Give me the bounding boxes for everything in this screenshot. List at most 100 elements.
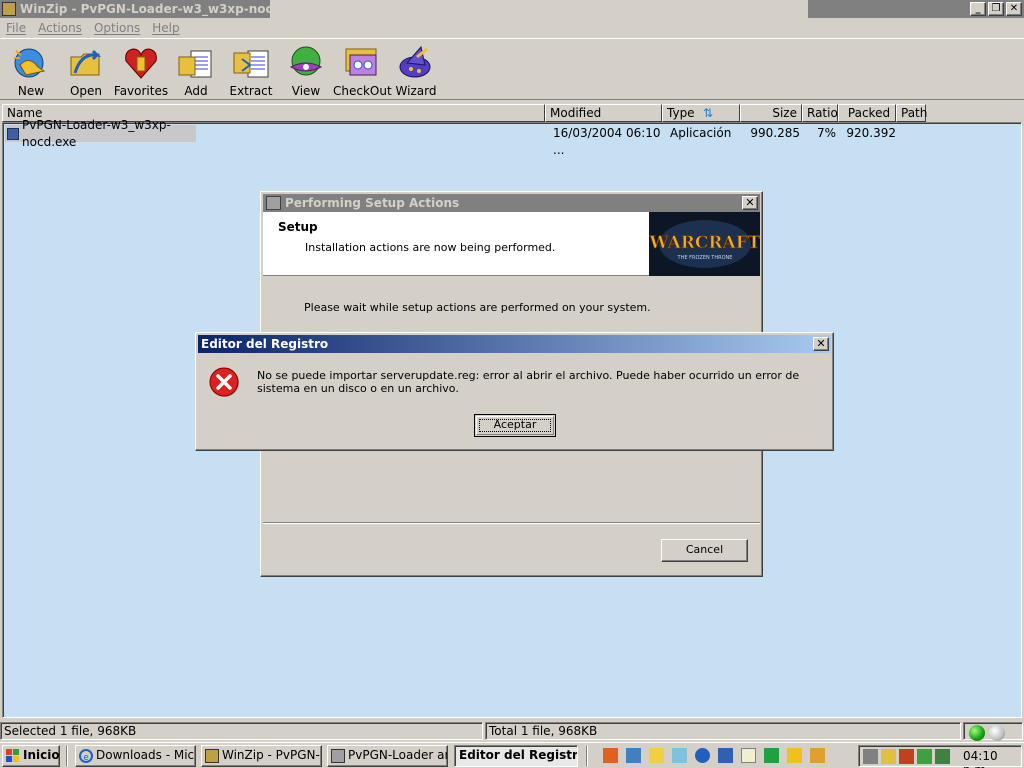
task-editor-registro[interactable]: Editor del Registro	[454, 745, 578, 767]
quicklaunch-icon-8[interactable]	[764, 748, 779, 763]
tray-icon-2[interactable]	[881, 749, 896, 764]
table-row[interactable]: PvPGN-Loader-w3_w3xp-nocd.exe 16/03/2004…	[5, 118, 896, 157]
error-title-bar[interactable]: Editor del Registro ✕	[198, 335, 831, 353]
extract-button[interactable]: Extract	[223, 43, 279, 99]
title-bar-gap	[270, 0, 808, 18]
add-files-icon	[177, 45, 215, 81]
setup-subheading: Installation actions are now being perfo…	[305, 241, 556, 254]
tray-icon-3[interactable]	[899, 749, 914, 764]
aceptar-label: Aceptar	[493, 418, 537, 431]
menu-file[interactable]: File	[0, 19, 32, 37]
setup-heading: Setup	[278, 220, 318, 234]
add-label: Add	[184, 84, 208, 98]
error-close-icon[interactable]: ✕	[813, 337, 829, 351]
column-size[interactable]: Size	[740, 104, 802, 122]
task-winzip-label: WinZip - PvPGN-L...	[222, 748, 321, 762]
menu-options[interactable]: Options	[88, 19, 146, 37]
wizard-button[interactable]: Wizard	[388, 43, 444, 99]
error-title: Editor del Registro	[201, 337, 329, 351]
favorites-label: Favorites	[113, 84, 169, 98]
quicklaunch-ie-icon[interactable]	[695, 748, 710, 763]
task-downloads[interactable]: e Downloads - Micro...	[75, 745, 196, 767]
add-button[interactable]: Add	[168, 43, 224, 99]
menu-help[interactable]: Help	[146, 19, 185, 37]
cancel-button[interactable]: Cancel	[661, 539, 748, 562]
taskbar: Inicio e Downloads - Micro... WinZip - P…	[0, 742, 1024, 768]
clock[interactable]: 04:10 p.m.	[963, 749, 1021, 768]
quicklaunch-icon-3[interactable]	[649, 748, 664, 763]
menu-actions[interactable]: Actions	[32, 19, 88, 37]
warcraft-logo: WARCRAFT THE FROZEN THRONE	[648, 212, 761, 276]
winzip-task-icon	[205, 749, 219, 763]
column-path[interactable]: Path	[896, 104, 927, 122]
quicklaunch-icon-10[interactable]	[810, 748, 825, 763]
column-modified[interactable]: Modified	[545, 104, 662, 122]
checkout-icon	[342, 45, 380, 81]
taskbar-separator	[66, 746, 68, 766]
setup-body-text: Please wait while setup actions are perf…	[304, 301, 651, 314]
view-label: View	[291, 84, 321, 98]
open-label: Open	[69, 84, 103, 98]
status-bar: Selected 1 file, 968KB Total 1 file, 968…	[0, 721, 1024, 741]
file-ratio: 7%	[816, 126, 836, 140]
file-packed: 920.392	[846, 126, 896, 140]
toolbar: New Open Favorites Add Extract View Chec…	[0, 38, 1024, 100]
windows-logo-icon	[6, 749, 20, 763]
aceptar-button[interactable]: Aceptar	[474, 414, 556, 437]
file-name-cell[interactable]: PvPGN-Loader-w3_w3xp-nocd.exe	[5, 118, 196, 149]
checkout-button[interactable]: CheckOut	[333, 43, 392, 99]
winzip-title-bar[interactable]: WinZip - PvPGN-Loader-w3_w3xp-nocd.zip _…	[0, 0, 1024, 18]
favorites-button[interactable]: Favorites	[113, 43, 169, 99]
svg-text:e: e	[83, 753, 89, 763]
setup-title-bar[interactable]: Performing Setup Actions ✕	[263, 194, 760, 212]
task-downloads-label: Downloads - Micro...	[96, 748, 195, 762]
status-indicator-panel	[963, 722, 1023, 741]
start-button[interactable]: Inicio	[2, 745, 60, 767]
task-pvpgn-label: PvPGN-Loader an...	[348, 748, 447, 762]
column-ratio[interactable]: Ratio	[802, 104, 838, 122]
tray-icon-4[interactable]	[917, 749, 932, 764]
new-button[interactable]: New	[3, 43, 59, 99]
extract-files-icon	[232, 45, 270, 81]
setup-title: Performing Setup Actions	[285, 196, 460, 210]
quicklaunch-icon-7[interactable]	[741, 748, 756, 763]
quicklaunch-icon-6[interactable]	[718, 748, 733, 763]
new-label: New	[17, 84, 45, 98]
quicklaunch-icon-2[interactable]	[626, 748, 641, 763]
task-editor-label: Editor del Registro	[459, 748, 578, 762]
error-dialog: Editor del Registro ✕ No se puede import…	[195, 332, 834, 451]
quicklaunch-icon-1[interactable]	[603, 748, 618, 763]
menu-bar: File Actions Options Help	[0, 19, 186, 37]
speaker-icon[interactable]	[863, 749, 878, 764]
logo-subtitle: THE FROZEN THRONE	[677, 255, 733, 261]
green-light-icon	[969, 725, 985, 741]
view-eye-icon	[287, 45, 325, 81]
winzip-app-icon[interactable]	[2, 2, 16, 16]
task-pvpgn[interactable]: PvPGN-Loader an...	[327, 745, 448, 767]
setup-task-icon	[331, 749, 345, 763]
setup-banner: Setup Installation actions are now being…	[263, 212, 761, 276]
close-icon[interactable]: ✕	[1006, 2, 1022, 16]
extract-label: Extract	[229, 84, 273, 98]
quicklaunch-icon-9[interactable]	[787, 748, 802, 763]
setup-divider	[263, 522, 760, 524]
file-type: Aplicación	[670, 126, 732, 140]
view-button[interactable]: View	[278, 43, 334, 99]
open-button[interactable]: Open	[58, 43, 114, 99]
minimize-icon[interactable]: _	[970, 2, 986, 16]
column-packed[interactable]: Packed	[838, 104, 896, 122]
start-label: Inicio	[23, 748, 60, 762]
task-winzip[interactable]: WinZip - PvPGN-L...	[201, 745, 322, 767]
column-type[interactable]: Type ⇅	[662, 104, 740, 122]
setup-close-icon[interactable]: ✕	[742, 196, 758, 210]
column-type-label: Type	[667, 106, 695, 120]
quicklaunch-icon-4[interactable]	[672, 748, 687, 763]
wizard-hat-icon	[397, 45, 435, 81]
wizard-label: Wizard	[395, 84, 437, 98]
tray-icon-5[interactable]	[935, 749, 950, 764]
file-name: PvPGN-Loader-w3_w3xp-nocd.exe	[22, 117, 171, 149]
system-tray: 04:10 p.m.	[858, 745, 1022, 768]
ie-icon: e	[79, 749, 93, 763]
restore-icon[interactable]: ❐	[988, 2, 1004, 16]
